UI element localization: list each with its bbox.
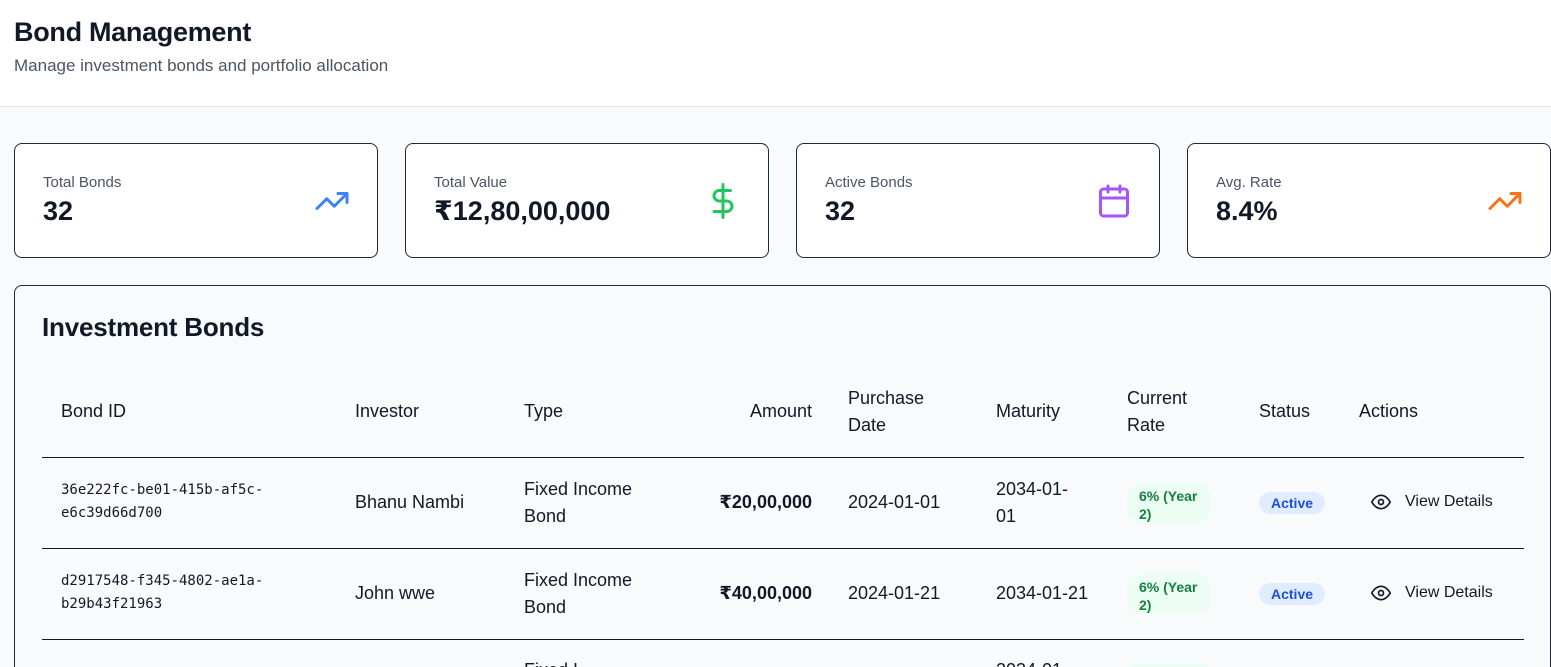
maturity-cell: 2034-01-21: [996, 583, 1089, 603]
table-divider: [42, 457, 1524, 458]
maturity-line1: 2034-01-: [996, 479, 1069, 499]
bond-id-line1: 36e222fc-be01-415b-af5c-: [61, 482, 264, 498]
table-divider: [42, 639, 1524, 640]
dollar-icon: [704, 182, 742, 220]
column-header-purchase-date-line2: Date: [848, 415, 887, 435]
column-header-investor[interactable]: Investor: [355, 398, 419, 425]
amount-cell: ₹40,00,000: [719, 583, 812, 603]
trending-up-icon: [313, 182, 351, 220]
type-cell: Fixed I: [524, 657, 578, 667]
table-divider: [42, 548, 1524, 549]
type-cell: Fixed Income Bond: [524, 476, 632, 530]
page-title: Bond Management: [14, 17, 252, 47]
column-header-purchase-date[interactable]: Purchase Date: [848, 385, 924, 439]
stat-card-active-bonds: Active Bonds 32: [796, 143, 1160, 258]
investor-cell: John wwe: [355, 583, 436, 603]
bond-id-cell[interactable]: d2917548-f345-4802-ae1a- b29b43f21963: [61, 570, 263, 616]
maturity-cell: 2034-01-: [996, 657, 1068, 667]
stat-card-total-value: Total Value ₹12,80,00,000: [405, 143, 769, 258]
rate-line2: 2): [1139, 506, 1152, 522]
bond-id-line2: e6c39d66d700: [61, 505, 163, 521]
column-header-current-rate[interactable]: Current Rate: [1127, 385, 1187, 439]
type-line1: Fixed Income: [524, 570, 633, 590]
purchase-date-cell: 2024-01-01: [848, 492, 941, 512]
stat-label: Active Bonds: [825, 174, 913, 191]
view-details-button[interactable]: View Details: [1371, 492, 1493, 512]
stat-value: ₹12,80,00,000: [434, 196, 611, 226]
purchase-date-cell: 2024-01-21: [848, 583, 941, 603]
trending-up-icon: [1486, 182, 1524, 220]
column-header-type[interactable]: Type: [524, 398, 563, 425]
type-line2: Bond: [524, 597, 567, 617]
column-header-status[interactable]: Status: [1259, 398, 1310, 425]
column-header-current-rate-line2: Rate: [1127, 415, 1166, 435]
page-header: Bond Management Manage investment bonds …: [0, 0, 1551, 107]
eye-icon: [1371, 583, 1391, 603]
column-header-maturity[interactable]: Maturity: [996, 398, 1060, 425]
view-details-button[interactable]: View Details: [1371, 583, 1493, 603]
stat-label: Total Value: [434, 174, 508, 191]
view-details-label: View Details: [1405, 493, 1493, 510]
stat-label: Avg. Rate: [1216, 174, 1282, 191]
table-title: Investment Bonds: [42, 312, 265, 342]
view-details-label: View Details: [1405, 584, 1493, 601]
stat-label: Total Bonds: [43, 174, 122, 191]
stat-value: 8.4%: [1216, 196, 1278, 226]
eye-icon: [1371, 492, 1391, 512]
column-header-purchase-date-line1: Purchase: [848, 388, 925, 408]
column-header-actions: Actions: [1359, 401, 1419, 421]
bond-id-cell[interactable]: 36e222fc-be01-415b-af5c- e6c39d66d700: [61, 479, 263, 525]
stat-value: 32: [43, 196, 74, 226]
column-header-amount[interactable]: Amount: [671, 398, 812, 425]
rate-line1: 6% (Year: [1139, 488, 1198, 504]
type-cell: Fixed Income Bond: [524, 567, 632, 621]
stat-card-avg-rate: Avg. Rate 8.4%: [1187, 143, 1551, 258]
maturity-line2: 01: [996, 506, 1017, 526]
bond-id-line1: d2917548-f345-4802-ae1a-: [61, 573, 264, 589]
column-header-bond-id[interactable]: Bond ID: [61, 398, 126, 425]
amount-cell: ₹20,00,000: [719, 492, 812, 512]
rate-line2: 2): [1139, 597, 1152, 613]
rate-badge: [1127, 663, 1211, 667]
status-badge: Active: [1259, 583, 1326, 605]
rate-badge: 6% (Year 2): [1127, 483, 1211, 523]
stat-card-total-bonds: Total Bonds 32: [14, 143, 378, 258]
bond-id-line2: b29b43f21963: [61, 596, 163, 612]
rate-badge: 6% (Year 2): [1127, 574, 1211, 614]
calendar-icon: [1095, 182, 1133, 220]
page-subtitle: Manage investment bonds and portfolio al…: [14, 56, 389, 75]
investor-cell: Bhanu Nambi: [355, 492, 465, 512]
type-line1: Fixed Income: [524, 479, 633, 499]
stat-value: 32: [825, 196, 856, 226]
rate-line1: 6% (Year: [1139, 579, 1198, 595]
bonds-table-card: Investment Bonds Bond ID Investor Type A…: [14, 285, 1551, 667]
status-badge: Active: [1259, 492, 1326, 514]
type-line2: Bond: [524, 506, 567, 526]
maturity-cell: 2034-01- 01: [996, 476, 1068, 530]
column-header-current-rate-line1: Current: [1127, 388, 1188, 408]
